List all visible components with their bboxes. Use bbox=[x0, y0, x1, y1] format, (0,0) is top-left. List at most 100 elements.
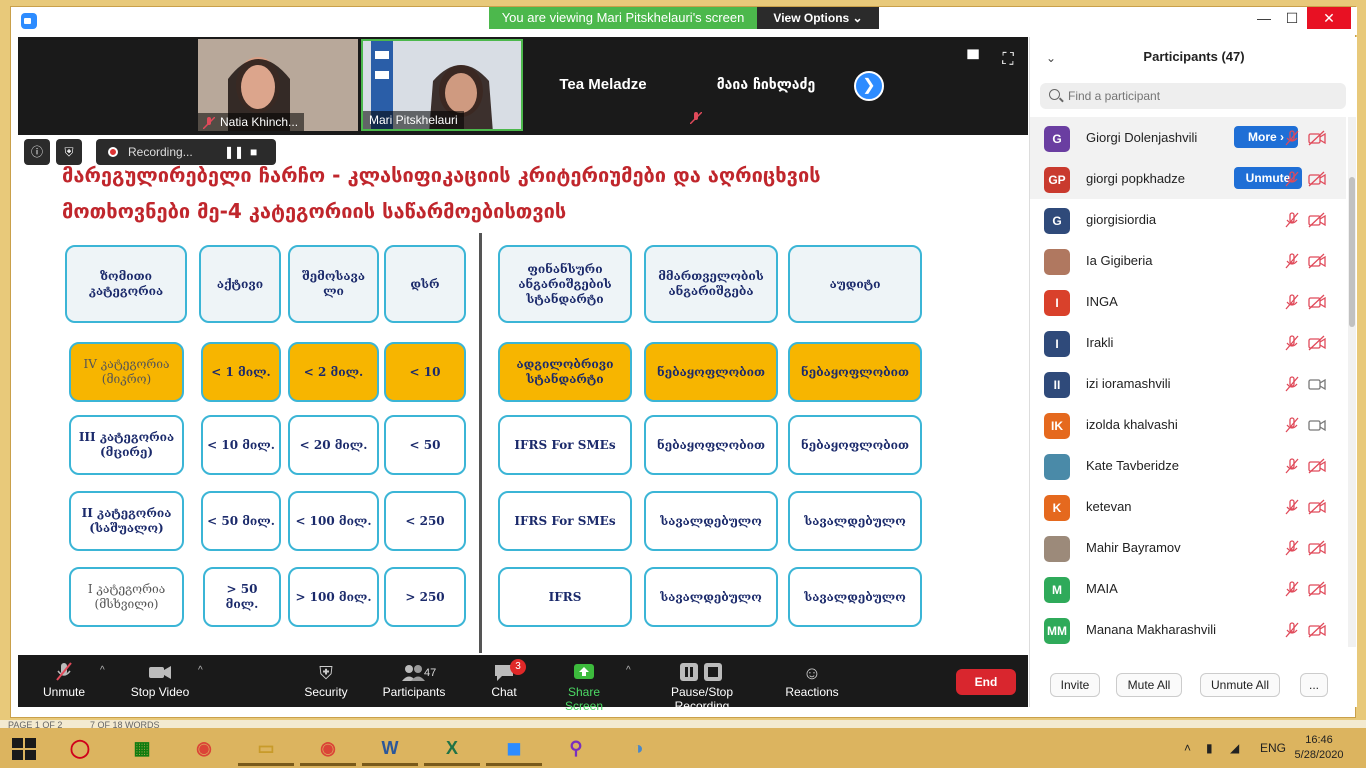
table-cell: IFRS For SMEs bbox=[498, 415, 632, 475]
chrome-window-icon[interactable]: ◉ bbox=[300, 730, 356, 766]
table-cell: < 20 მილ. bbox=[288, 415, 379, 475]
audio-options-caret-icon[interactable]: ^ bbox=[100, 665, 105, 676]
participant-list-scrollbar[interactable] bbox=[1348, 117, 1356, 647]
video-options-caret-icon[interactable]: ^ bbox=[198, 665, 203, 676]
participant-row[interactable]: GP giorgi popkhadze Unmute bbox=[1030, 158, 1346, 199]
table-header: შემოსავა ლი bbox=[288, 245, 379, 323]
store-icon[interactable]: ▦ bbox=[114, 730, 170, 766]
view-options-button[interactable]: View Options ⌄ bbox=[757, 7, 879, 29]
word-icon[interactable]: W bbox=[362, 730, 418, 766]
table-cell: < 50 მილ. bbox=[201, 491, 281, 551]
camera-off-icon bbox=[1308, 622, 1326, 638]
windows-start-icon[interactable] bbox=[12, 738, 36, 760]
stop-recording-icon[interactable]: ■ bbox=[250, 139, 257, 165]
share-screen-button[interactable]: Share Screen bbox=[548, 661, 620, 713]
zoom-taskbar-icon[interactable]: ◼ bbox=[486, 730, 542, 766]
participant-row[interactable]: IK izolda khalvashi bbox=[1030, 404, 1346, 445]
maximize-button[interactable]: ☐ bbox=[1277, 7, 1307, 29]
mute-all-button[interactable]: Mute All bbox=[1116, 673, 1182, 697]
chat-unread-badge: 3 bbox=[510, 659, 526, 675]
excel-icon[interactable]: X bbox=[424, 730, 480, 766]
camera-icon bbox=[1308, 376, 1326, 392]
avatar: G bbox=[1044, 208, 1070, 234]
participant-name: ketevan bbox=[1086, 499, 1132, 514]
layout-icon[interactable]: ▀ bbox=[964, 51, 982, 69]
zoom-window: You are viewing Mari Pitskhelauri's scre… bbox=[10, 6, 1357, 718]
camera-off-icon bbox=[1308, 171, 1326, 187]
table-cell: < 250 bbox=[384, 491, 466, 551]
table-cell: სავალდებულო bbox=[644, 491, 778, 551]
table-header: მმართველობის ანგარიშგება bbox=[644, 245, 778, 323]
participant-name: INGA bbox=[1086, 294, 1118, 309]
table-cell: < 10 მილ. bbox=[201, 415, 281, 475]
chat-button[interactable]: 3 Chat bbox=[480, 659, 528, 699]
opera-icon[interactable]: ◯ bbox=[52, 730, 108, 766]
next-page-arrow-icon[interactable]: ❯ bbox=[854, 71, 884, 101]
paint-icon[interactable]: ◑ bbox=[610, 730, 666, 766]
table-cell: I კატეგორია (მსხვილი) bbox=[69, 567, 184, 627]
pause-stop-recording-button[interactable]: Pause/Stop Recording bbox=[642, 661, 762, 713]
participant-row[interactable]: I INGA bbox=[1030, 281, 1346, 322]
participant-row[interactable]: G Giorgi Dolenjashvili More › bbox=[1030, 117, 1346, 158]
slide-title: მარეგულირებელი ჩარჩო - კლასიფიკაციის კრი… bbox=[62, 163, 821, 223]
video-tile-active[interactable]: Mari Pitskhelauri bbox=[361, 39, 523, 131]
mic-muted-icon bbox=[1284, 171, 1300, 187]
invite-button[interactable]: Invite bbox=[1050, 673, 1100, 697]
search-input[interactable] bbox=[1068, 89, 1328, 103]
video-tile[interactable]: Natia Khinch... bbox=[198, 39, 358, 131]
participant-row[interactable]: II izi ioramashvili bbox=[1030, 363, 1346, 404]
participant-row[interactable]: MM Manana Makharashvili bbox=[1030, 609, 1346, 647]
participants-button[interactable]: 47 Participants bbox=[378, 661, 450, 699]
avatar: I bbox=[1044, 331, 1070, 357]
mic-muted-icon bbox=[1284, 499, 1300, 515]
participants-panel: ⌄ Participants (47) GGiorgi Dolenjashvil… bbox=[1029, 37, 1357, 707]
end-meeting-button[interactable]: End bbox=[956, 669, 1016, 695]
mic-muted-icon bbox=[1284, 417, 1300, 433]
scroll-thumb[interactable] bbox=[1349, 177, 1355, 327]
participant-name: MAIA bbox=[1086, 581, 1118, 596]
participant-row[interactable]: Mahir Bayramov bbox=[1030, 527, 1346, 568]
avatar: GP bbox=[1044, 167, 1070, 193]
fullscreen-icon[interactable]: ⛶ bbox=[999, 51, 1017, 69]
more-options-button[interactable]: ... bbox=[1300, 673, 1328, 697]
viewing-banner: You are viewing Mari Pitskhelauri's scre… bbox=[489, 7, 757, 29]
file-explorer-icon[interactable]: ▭ bbox=[238, 730, 294, 766]
participant-row[interactable]: I Irakli bbox=[1030, 322, 1346, 363]
language-indicator[interactable]: ENG bbox=[1260, 728, 1286, 768]
clock[interactable]: 16:46 5/28/2020 bbox=[1286, 733, 1352, 763]
participant-row[interactable]: Kate Tavberidze bbox=[1030, 445, 1346, 486]
close-button[interactable]: ✕ bbox=[1307, 7, 1351, 29]
people-icon: 47 bbox=[378, 661, 450, 685]
name-tile[interactable]: Tea Meladze bbox=[523, 39, 683, 131]
signal-icon[interactable]: ◢ bbox=[1230, 728, 1239, 768]
unmute-all-button[interactable]: Unmute All bbox=[1200, 673, 1280, 697]
network-icon[interactable]: ▮ bbox=[1206, 728, 1213, 768]
participant-row[interactable]: Kketevan bbox=[1030, 486, 1346, 527]
avatar: I bbox=[1044, 290, 1070, 316]
participant-row[interactable]: M MAIA bbox=[1030, 568, 1346, 609]
table-cell: > 50 მილ. bbox=[203, 567, 281, 627]
unmute-button[interactable]: Unmute bbox=[38, 661, 90, 699]
search-magnifier-icon[interactable]: ⚲ bbox=[548, 730, 604, 766]
minimize-button[interactable]: — bbox=[1249, 7, 1279, 29]
mic-muted-icon bbox=[1284, 253, 1300, 269]
share-options-caret-icon[interactable]: ^ bbox=[626, 665, 631, 676]
participant-name: giorgi popkhadze bbox=[1086, 171, 1186, 186]
chrome-icon[interactable]: ◉ bbox=[176, 730, 232, 766]
info-icon[interactable]: ⓘ bbox=[24, 139, 50, 165]
participant-list: G Giorgi Dolenjashvili More › GP giorgi popk… bbox=[1030, 117, 1346, 647]
participant-row[interactable]: Ia Gigiberia bbox=[1030, 240, 1346, 281]
tray-overflow-icon[interactable]: ˄ bbox=[1184, 728, 1191, 768]
reactions-button[interactable]: ☺ Reactions bbox=[782, 661, 842, 699]
security-shield-icon[interactable]: ⛨ bbox=[56, 139, 82, 165]
pause-recording-icon[interactable]: ❚❚ bbox=[224, 139, 244, 165]
participant-name: Irakli bbox=[1086, 335, 1114, 350]
participant-search[interactable] bbox=[1040, 83, 1346, 109]
pause-stop-icon bbox=[642, 661, 762, 685]
name-tile[interactable]: მაია ჩიხლაძე bbox=[686, 39, 846, 131]
participant-row[interactable]: Ggiorgisiordia bbox=[1030, 199, 1346, 240]
participant-name: Mahir Bayramov bbox=[1086, 540, 1181, 555]
security-button[interactable]: ⛨ Security bbox=[300, 661, 352, 699]
stop-video-button[interactable]: Stop Video bbox=[124, 661, 196, 699]
table-header: ფინანსური ანგარიშგების სტანდარტი bbox=[498, 245, 632, 323]
